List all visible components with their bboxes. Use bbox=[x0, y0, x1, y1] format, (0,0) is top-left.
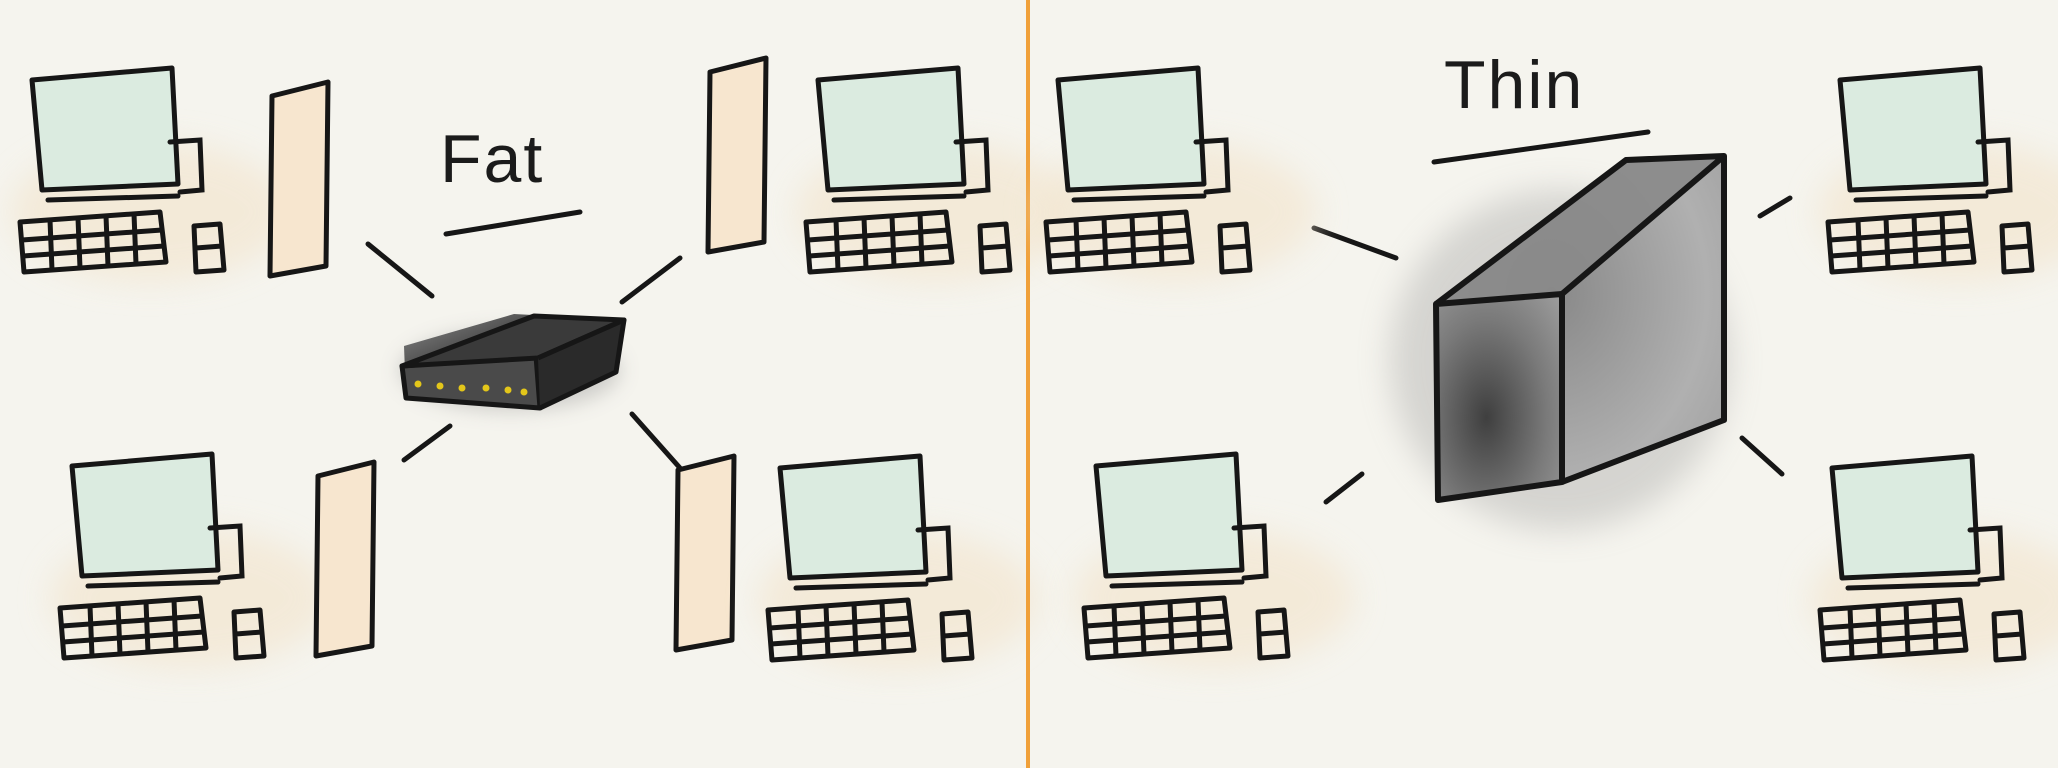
fat-client-bottom-left bbox=[50, 454, 374, 668]
tower-pc-icon bbox=[708, 58, 766, 252]
fat-vs-thin-client-diagram: Fat Thin bbox=[0, 0, 2058, 768]
desktop-computer-icon bbox=[1036, 68, 1316, 282]
desktop-computer-icon bbox=[1074, 454, 1354, 668]
fat-client-top-right bbox=[708, 58, 1076, 282]
fat-title: Fat bbox=[440, 121, 544, 197]
desktop-computer-icon bbox=[1810, 456, 2058, 670]
thin-title-underline bbox=[1431, 129, 1651, 165]
thin-client-top-right bbox=[1818, 68, 2058, 282]
desktop-computer-icon bbox=[758, 456, 1038, 670]
fat-client-top-left bbox=[10, 68, 328, 282]
server-box-icon bbox=[1390, 153, 1730, 530]
network-hub-icon bbox=[399, 313, 627, 411]
desktop-computer-icon bbox=[796, 68, 1076, 282]
fat-panel: Fat bbox=[10, 58, 1076, 670]
tower-pc-icon bbox=[316, 462, 374, 656]
thin-panel: Thin bbox=[1036, 47, 2058, 670]
tower-pc-icon bbox=[270, 82, 328, 276]
thin-client-bottom-right bbox=[1810, 456, 2058, 670]
fat-client-bottom-right bbox=[676, 456, 1038, 670]
fat-title-underline bbox=[443, 209, 583, 237]
thin-client-top-left bbox=[1036, 68, 1316, 282]
desktop-computer-icon bbox=[50, 454, 330, 668]
desktop-computer-icon bbox=[10, 68, 290, 282]
thin-title: Thin bbox=[1444, 47, 1584, 123]
thin-client-bottom-left bbox=[1074, 454, 1354, 668]
tower-pc-icon bbox=[676, 456, 734, 650]
desktop-computer-icon bbox=[1818, 68, 2058, 282]
